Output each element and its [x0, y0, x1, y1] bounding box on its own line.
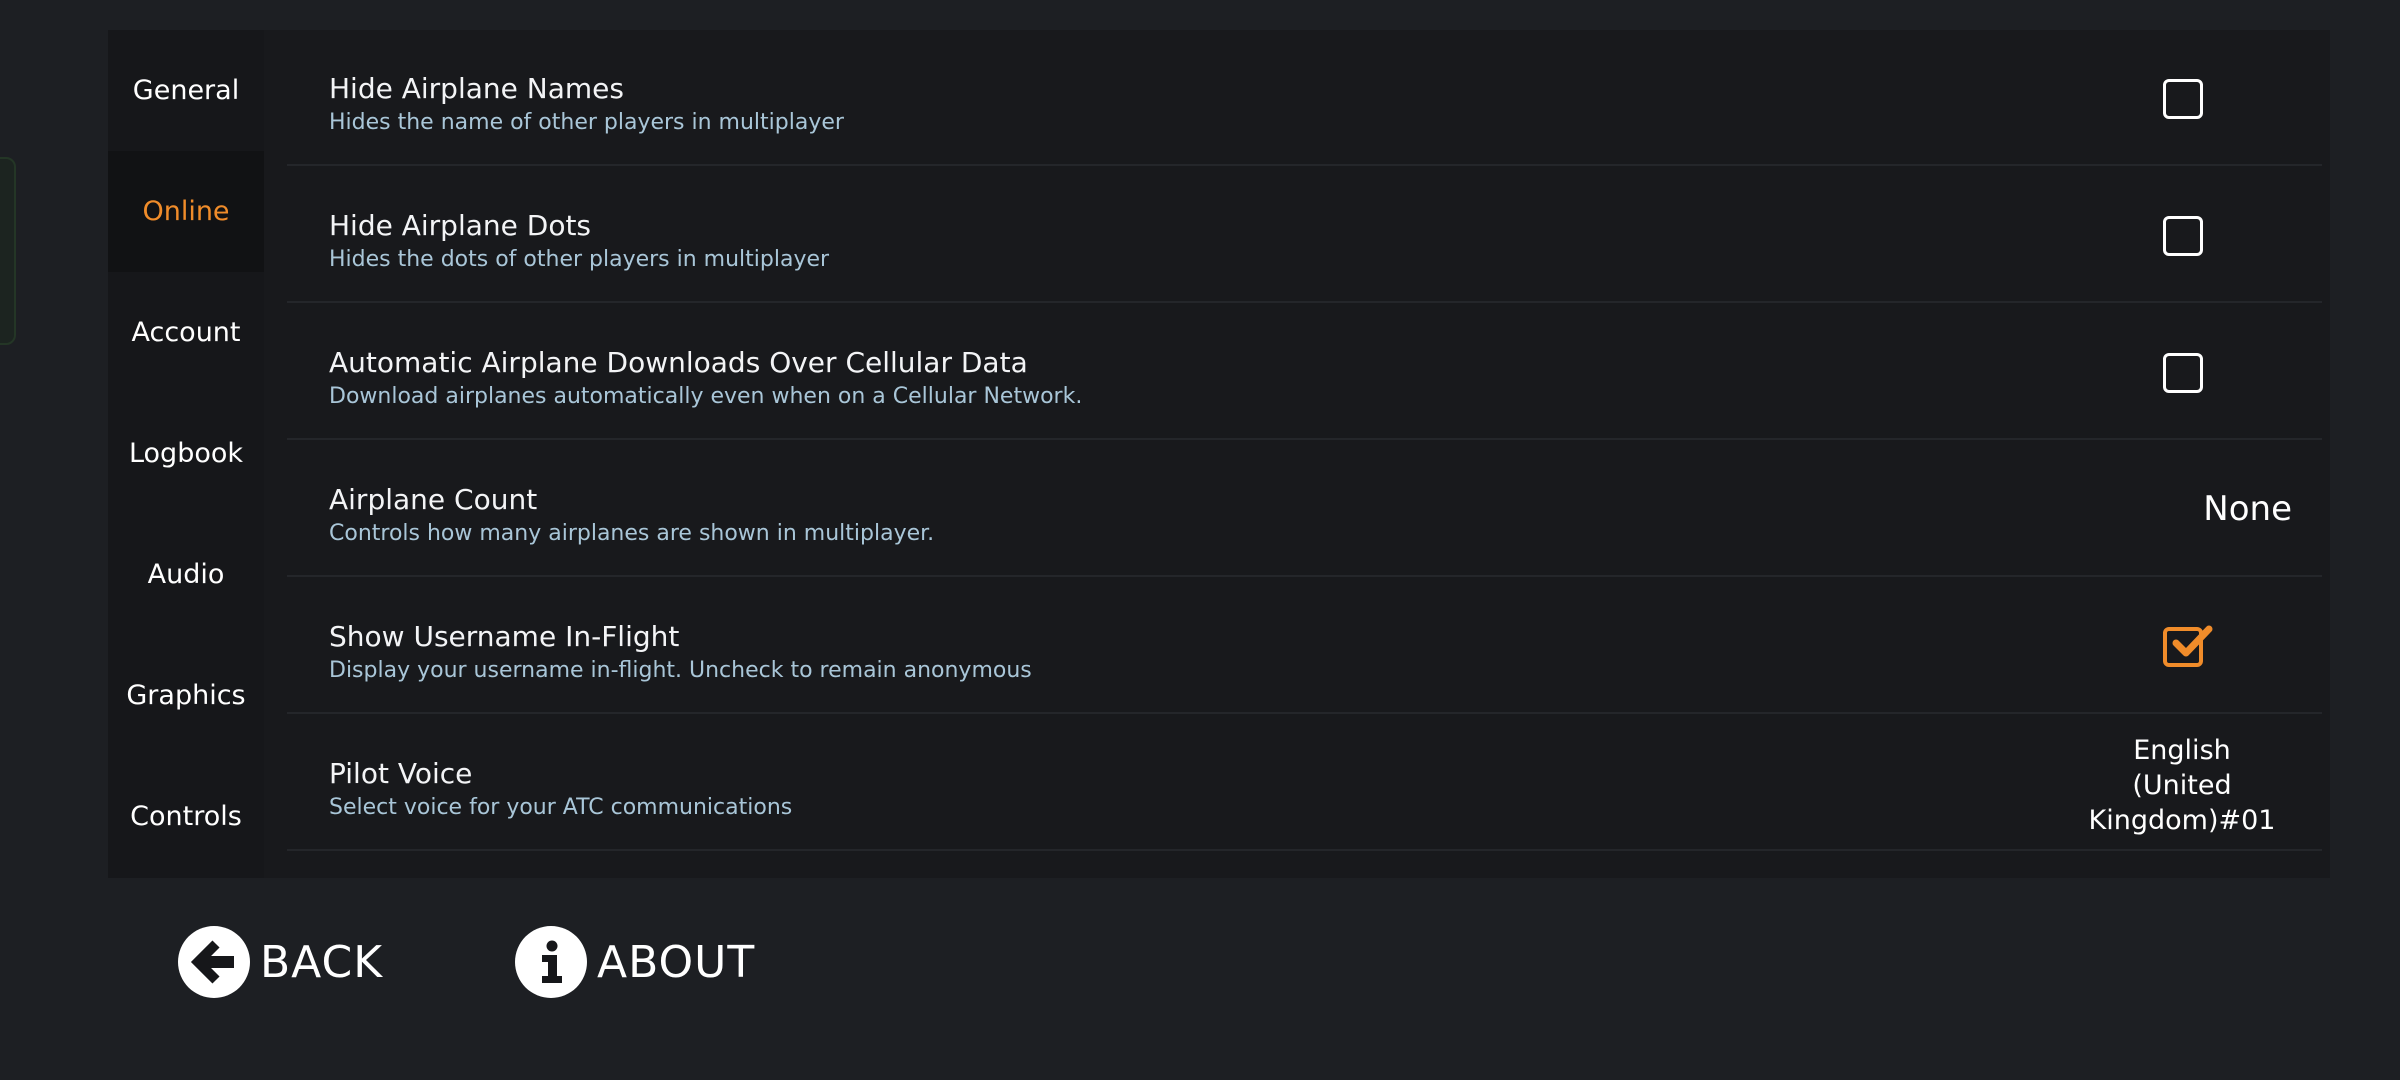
- setting-title: Pilot Voice: [329, 757, 473, 790]
- checkmark-icon: [2172, 625, 2213, 657]
- pilot-voice-line: Kingdom)#01: [2088, 805, 2276, 836]
- back-label: BACK: [260, 936, 384, 988]
- info-circle-icon: [515, 926, 587, 998]
- setting-row-hide-airplane-names[interactable]: Hide Airplane Names Hides the name of ot…: [287, 30, 2322, 166]
- hide-airplane-names-checkbox[interactable]: [2163, 79, 2203, 119]
- tab-audio[interactable]: Audio: [108, 514, 264, 635]
- back-button[interactable]: BACK: [178, 924, 383, 1000]
- about-button[interactable]: ABOUT: [515, 924, 755, 1000]
- setting-title: Show Username In-Flight: [329, 620, 680, 653]
- setting-description: Download airplanes automatically even wh…: [329, 384, 1083, 409]
- setting-title: Airplane Count: [329, 483, 538, 516]
- arrow-left-circle-icon: [178, 926, 250, 998]
- setting-description: Controls how many airplanes are shown in…: [329, 521, 935, 546]
- airplane-count-value[interactable]: None: [2203, 489, 2292, 529]
- show-username-checkbox[interactable]: [2163, 625, 2213, 667]
- about-label: ABOUT: [597, 936, 756, 988]
- tab-online[interactable]: Online: [108, 151, 264, 272]
- tab-label: General: [132, 75, 240, 106]
- settings-list[interactable]: Hide Airplane Names Hides the name of ot…: [264, 30, 2330, 878]
- side-drawer-handle[interactable]: [0, 157, 16, 345]
- setting-description: Display your username in-flight. Uncheck…: [329, 658, 1032, 683]
- pilot-voice-line: English: [2133, 735, 2231, 766]
- pilot-voice-line: (United: [2132, 770, 2232, 801]
- setting-description: Select voice for your ATC communications: [329, 795, 793, 820]
- setting-row-show-username[interactable]: Show Username In-Flight Display your use…: [287, 578, 2322, 714]
- pilot-voice-value[interactable]: English (United Kingdom)#01: [2082, 733, 2282, 838]
- setting-row-pilot-voice[interactable]: Pilot Voice Select voice for your ATC co…: [287, 715, 2322, 851]
- settings-sidebar: General Online Account Logbook Audio Gra…: [108, 30, 264, 878]
- setting-row-airplane-count[interactable]: Airplane Count Controls how many airplan…: [287, 441, 2322, 577]
- tab-general[interactable]: General: [108, 30, 264, 151]
- setting-row-cellular-downloads[interactable]: Automatic Airplane Downloads Over Cellul…: [287, 304, 2322, 440]
- tab-graphics[interactable]: Graphics: [108, 635, 264, 756]
- hide-airplane-dots-checkbox[interactable]: [2163, 216, 2203, 256]
- tab-label: Controls: [130, 801, 242, 832]
- setting-description: Hides the name of other players in multi…: [329, 110, 844, 135]
- setting-title: Hide Airplane Dots: [329, 209, 592, 242]
- setting-title: Automatic Airplane Downloads Over Cellul…: [329, 346, 1028, 379]
- tab-label: Graphics: [126, 680, 246, 711]
- setting-title: Hide Airplane Names: [329, 72, 624, 105]
- tab-label: Logbook: [128, 438, 244, 469]
- tab-label: Account: [131, 317, 241, 348]
- tab-logbook[interactable]: Logbook: [108, 393, 264, 514]
- setting-row-hide-airplane-dots[interactable]: Hide Airplane Dots Hides the dots of oth…: [287, 167, 2322, 303]
- tab-account[interactable]: Account: [108, 272, 264, 393]
- tab-controls[interactable]: Controls: [108, 756, 264, 877]
- tab-label: Audio: [147, 559, 225, 590]
- settings-panel: General Online Account Logbook Audio Gra…: [108, 30, 2330, 878]
- cellular-downloads-checkbox[interactable]: [2163, 353, 2203, 393]
- tab-label: Online: [142, 196, 230, 227]
- setting-description: Hides the dots of other players in multi…: [329, 247, 830, 272]
